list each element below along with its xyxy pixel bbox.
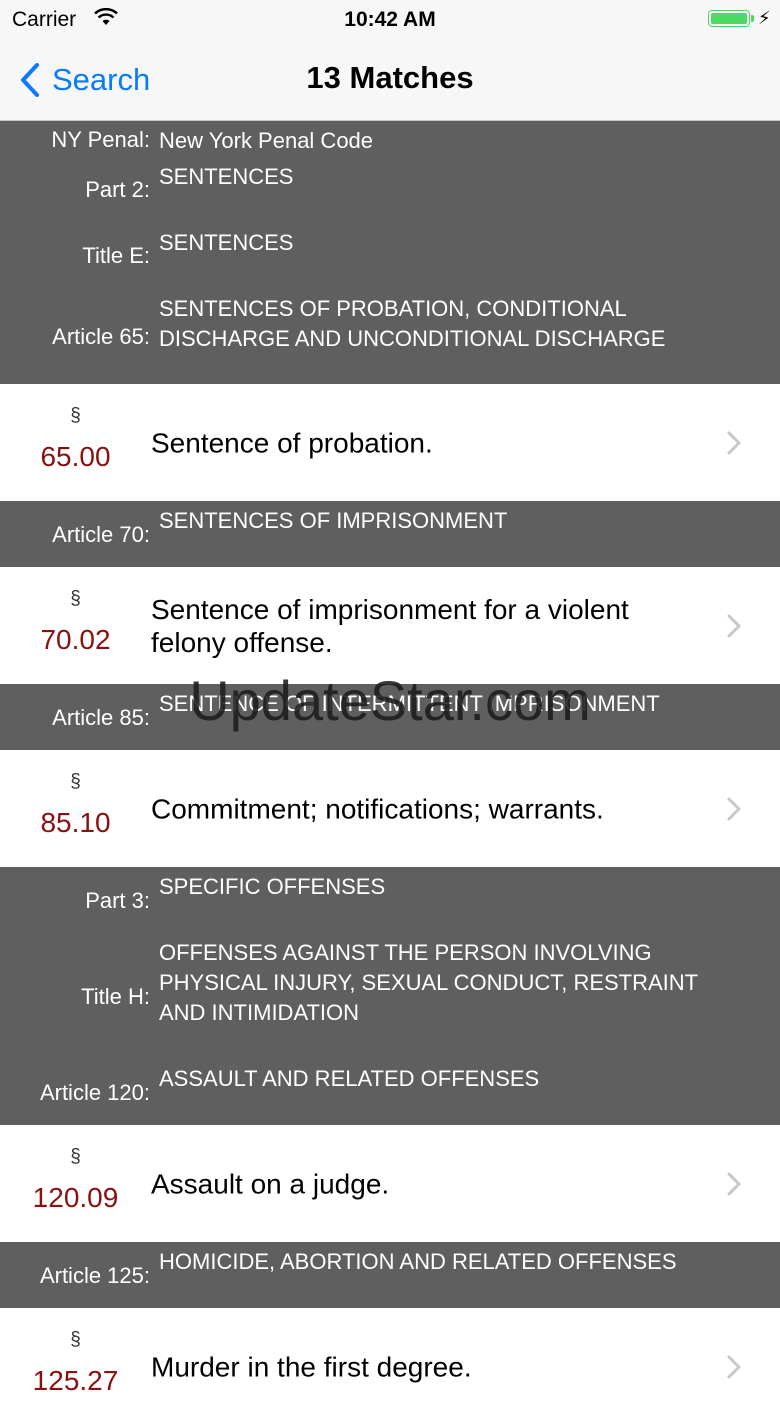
- header-label: Article 70:: [52, 522, 150, 547]
- chevron-right-icon: [727, 1355, 741, 1379]
- section-number: 65.00: [40, 441, 111, 472]
- header-text: SPECIFIC OFFENSES: [159, 874, 386, 899]
- header-text: ASSAULT AND RELATED OFFENSES: [159, 1066, 540, 1091]
- list-item[interactable]: § 120.09 Assault on a judge.: [0, 1125, 780, 1242]
- header-text: OFFENSES AGAINST THE PERSON INVOLVING PH…: [159, 940, 698, 1025]
- list-item[interactable]: § 125.27 Murder in the first degree.: [0, 1308, 780, 1425]
- section-symbol: §: [70, 1329, 81, 1350]
- header-label: Article 65:: [52, 324, 150, 349]
- battery-nub: [751, 15, 754, 22]
- header-text: HOMICIDE, ABORTION AND RELATED OFFENSES: [159, 1249, 677, 1274]
- header-text: SENTENCES OF PROBATION, CONDITIONAL DISC…: [159, 296, 666, 351]
- clock: 10:42 AM: [344, 8, 436, 31]
- section-number: 85.10: [40, 807, 111, 838]
- section-number: 120.09: [32, 1182, 119, 1213]
- chevron-right-icon: [727, 797, 741, 821]
- header-label: Article 85:: [52, 705, 150, 730]
- header-text: SENTENCES OF IMPRISONMENT: [159, 508, 508, 533]
- chevron-right-icon: [727, 1172, 741, 1196]
- header-text: New York Penal Code: [159, 128, 374, 153]
- charging-icon: ⚡: [758, 8, 771, 28]
- section-title: Commitment; notifications; warrants.: [151, 793, 604, 824]
- header-label: Part 3:: [85, 888, 150, 913]
- section-number: 125.27: [32, 1365, 119, 1396]
- section-symbol: §: [70, 771, 81, 792]
- list-item[interactable]: § 85.10 Commitment; notifications; warra…: [0, 750, 780, 867]
- section-title: Sentence of imprisonment for a violent f…: [151, 593, 629, 658]
- header-text: SENTENCES: [159, 230, 294, 255]
- header-label: Article 125:: [39, 1263, 150, 1288]
- section-symbol: §: [70, 588, 81, 609]
- chevron-right-icon: [727, 614, 741, 638]
- page-title: 13 Matches: [306, 60, 474, 95]
- section-header: NY Penal: New York Penal Code Part 2: SE…: [0, 121, 780, 384]
- header-label: Article 120:: [39, 1080, 150, 1105]
- header-label: Title H:: [81, 984, 150, 1009]
- section-header: Article 125: HOMICIDE, ABORTION AND RELA…: [0, 1242, 780, 1308]
- section-title: Murder in the first degree.: [151, 1351, 472, 1382]
- section-number: 70.02: [40, 624, 111, 655]
- section-header: Part 3: SPECIFIC OFFENSES Title H: OFFEN…: [0, 867, 780, 1125]
- header-label: Part 2:: [85, 177, 150, 202]
- chevron-right-icon: [727, 431, 741, 455]
- list-item[interactable]: § 65.00 Sentence of probation.: [0, 384, 780, 501]
- header-label: Title E:: [82, 243, 150, 268]
- header-text: SENTENCES: [159, 164, 294, 189]
- results-list[interactable]: NY Penal: New York Penal Code Part 2: SE…: [0, 121, 780, 1425]
- header-text: SENTENCE OF INTERMITTENT IMPRISONMENT: [159, 691, 660, 716]
- section-symbol: §: [70, 1146, 81, 1167]
- section-header: Article 85: SENTENCE OF INTERMITTENT IMP…: [0, 684, 780, 750]
- status-bar: Carrier 10:42 AM ⚡: [0, 0, 780, 40]
- section-header: Article 70: SENTENCES OF IMPRISONMENT: [0, 501, 780, 567]
- section-title: Assault on a judge.: [151, 1168, 390, 1199]
- section-symbol: §: [70, 405, 81, 426]
- battery-icon: [708, 10, 750, 27]
- header-label: NY Penal:: [51, 127, 150, 152]
- list-item[interactable]: § 70.02 Sentence of imprisonment for a v…: [0, 567, 780, 684]
- section-title: Sentence of probation.: [151, 427, 433, 458]
- navigation-bar: Search 13 Matches: [0, 40, 780, 121]
